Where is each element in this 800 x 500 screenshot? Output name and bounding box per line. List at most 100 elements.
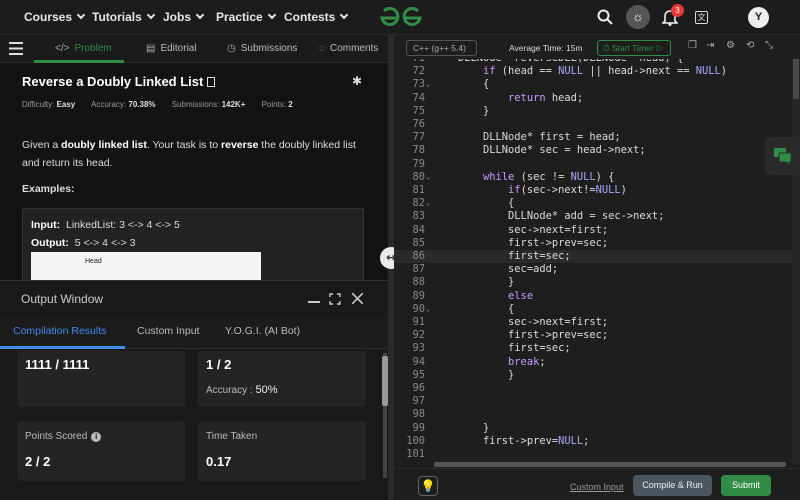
code-line[interactable]: 94 break; (394, 356, 792, 369)
hamburger-menu-icon[interactable] (9, 42, 23, 55)
copy-icon[interactable]: ❐ (688, 40, 697, 51)
code-text: { (458, 78, 490, 91)
code-text: if(sec->next!=NULL) (508, 184, 627, 196)
editor-vertical-scrollbar[interactable] (792, 59, 800, 464)
code-line[interactable]: 76 (394, 118, 792, 131)
code-line[interactable]: 72 if (head == NULL || head->next == NUL… (394, 65, 792, 78)
chevron-down-icon (146, 10, 156, 20)
code-line[interactable]: 87 sec=add; (394, 263, 792, 276)
fold-chevron-icon[interactable]: ⌄ (426, 197, 430, 210)
code-line[interactable]: 96 (394, 382, 792, 395)
code-line[interactable]: 101 (394, 448, 792, 461)
code-line[interactable]: 78 DLLNode* sec = head->next; (394, 144, 792, 157)
compile-run-button[interactable]: Compile & Run (633, 475, 712, 496)
code-line[interactable]: 86 first=sec; (394, 250, 792, 264)
bug-report-icon[interactable]: ✱ (352, 74, 362, 88)
code-line[interactable]: 99 } (394, 422, 792, 435)
tab-yogi-ai-bot[interactable]: Y.O.G.I. (AI Bot) (225, 325, 300, 337)
tab-submissions[interactable]: ◷ Submissions (227, 43, 297, 54)
lightbulb-icon[interactable]: 💡 (418, 476, 438, 496)
settings-icon[interactable]: ⚙ (726, 40, 735, 51)
avatar[interactable]: Y (748, 7, 769, 28)
line-number: 75 (412, 104, 425, 117)
code-line[interactable]: 91 sec->next=first; (394, 316, 792, 329)
code-line[interactable]: 93 first=sec; (394, 342, 792, 355)
custom-input-link[interactable]: Custom Input (570, 482, 624, 492)
code-text: return head; (508, 91, 584, 104)
reset-icon[interactable]: ⟲ (746, 40, 754, 51)
close-icon[interactable] (352, 293, 363, 304)
nav-contests[interactable]: Contests (284, 10, 349, 24)
start-timer-button[interactable]: ⏱ Start Timer ▷ (597, 40, 671, 56)
fold-chevron-icon[interactable]: ⌄ (426, 303, 430, 316)
export-icon[interactable]: ⇥ (706, 40, 714, 51)
line-number: 72 (412, 65, 425, 78)
code-line[interactable]: 73 ⌄ { (394, 78, 792, 91)
problem-tabs: </> Problem ▤ Editorial ◷ Submissions ◌ Comm… (0, 35, 388, 63)
points-scored-card: Points Scored i 2 / 2 (17, 421, 185, 481)
code-text: } (458, 368, 515, 381)
line-number: 99 (412, 421, 425, 434)
line-number: 93 (412, 342, 425, 355)
code-line[interactable]: 79 (394, 158, 792, 171)
editor-horizontal-scrollbar[interactable] (434, 462, 786, 467)
code-line[interactable]: 89 else (394, 290, 792, 303)
editor-bottom-bar: 💡 Custom Input Compile & Run Submit (394, 468, 800, 500)
code-text: first->prev=NULL; (458, 434, 590, 447)
tab-editorial[interactable]: ▤ Editorial (146, 43, 197, 54)
code-text: first->prev=sec; (458, 329, 609, 342)
code-line[interactable]: 83 DLLNode* add = sec->next; (394, 210, 792, 223)
code-line[interactable]: 97 (394, 395, 792, 408)
code-editor[interactable]: 71DLLNode* reverseDLL(DLLNode* head) {72… (394, 59, 792, 464)
line-number: 77 (412, 131, 425, 144)
tab-custom-input[interactable]: Custom Input (137, 325, 199, 337)
line-number: 95 (412, 368, 425, 381)
nav-practice[interactable]: Practice (216, 10, 276, 24)
minimize-icon[interactable] (308, 301, 320, 303)
chevron-down-icon (76, 10, 86, 20)
code-line[interactable]: 81 if(sec->next!=NULL) (394, 184, 792, 197)
info-icon[interactable]: i (91, 432, 102, 442)
code-line[interactable]: 84 sec->next=first; (394, 224, 792, 237)
line-number: 101 (406, 448, 425, 460)
nav-tutorials[interactable]: Tutorials (92, 10, 156, 24)
bookmark-icon[interactable] (207, 77, 216, 87)
editor-scrollbar-thumb[interactable] (793, 59, 799, 99)
code-line[interactable]: 95 } (394, 369, 792, 382)
language-select[interactable]: C++ (g++ 5.4) (406, 40, 477, 56)
chevron-down-icon (340, 10, 349, 20)
fold-chevron-icon[interactable]: ⌄ (426, 171, 430, 184)
document-icon: ▤ (146, 43, 156, 54)
code-line[interactable]: 98 (394, 408, 792, 421)
search-icon[interactable] (597, 9, 613, 25)
tab-problem[interactable]: </> Problem (55, 43, 112, 54)
theme-toggle-icon[interactable]: ☼ (626, 5, 650, 29)
average-time: Average Time: 15m (509, 43, 583, 53)
code-line[interactable]: 90 ⌄ { (394, 303, 792, 316)
line-number: 94 (412, 355, 425, 368)
code-line[interactable]: 77 DLLNode* first = head; (394, 131, 792, 144)
code-line[interactable]: 88 } (394, 276, 792, 289)
code-line[interactable]: 92 first->prev=sec; (394, 329, 792, 342)
line-number: 97 (412, 395, 425, 408)
code-line[interactable]: 75 } (394, 105, 792, 118)
chat-button[interactable] (765, 137, 800, 175)
code-line[interactable]: 74 return head; (394, 92, 792, 105)
fullscreen-icon[interactable]: ⤡ (765, 40, 773, 51)
gfg-logo[interactable] (378, 7, 424, 29)
code-line[interactable]: 100 first->prev=NULL; (394, 435, 792, 448)
code-text: } (458, 104, 490, 117)
code-line[interactable]: 80 ⌄ while (sec != NULL) { (394, 171, 792, 184)
testcases-card: 1111 / 1111 (17, 351, 185, 407)
code-line[interactable]: 82 ⌄ { (394, 197, 792, 210)
expand-icon[interactable] (329, 293, 341, 305)
nav-courses[interactable]: Courses (24, 10, 86, 24)
code-line[interactable]: 85 first->prev=sec; (394, 237, 792, 250)
translate-icon[interactable]: 文 (695, 11, 708, 24)
fold-chevron-icon[interactable]: ⌄ (426, 78, 430, 91)
nav-jobs[interactable]: Jobs (163, 10, 205, 24)
submit-button[interactable]: Submit (721, 475, 771, 496)
tab-compilation-results[interactable]: Compilation Results (13, 325, 106, 337)
tab-comments[interactable]: ◌ Comments (319, 43, 378, 54)
comment-icon: ◌ (319, 43, 325, 54)
